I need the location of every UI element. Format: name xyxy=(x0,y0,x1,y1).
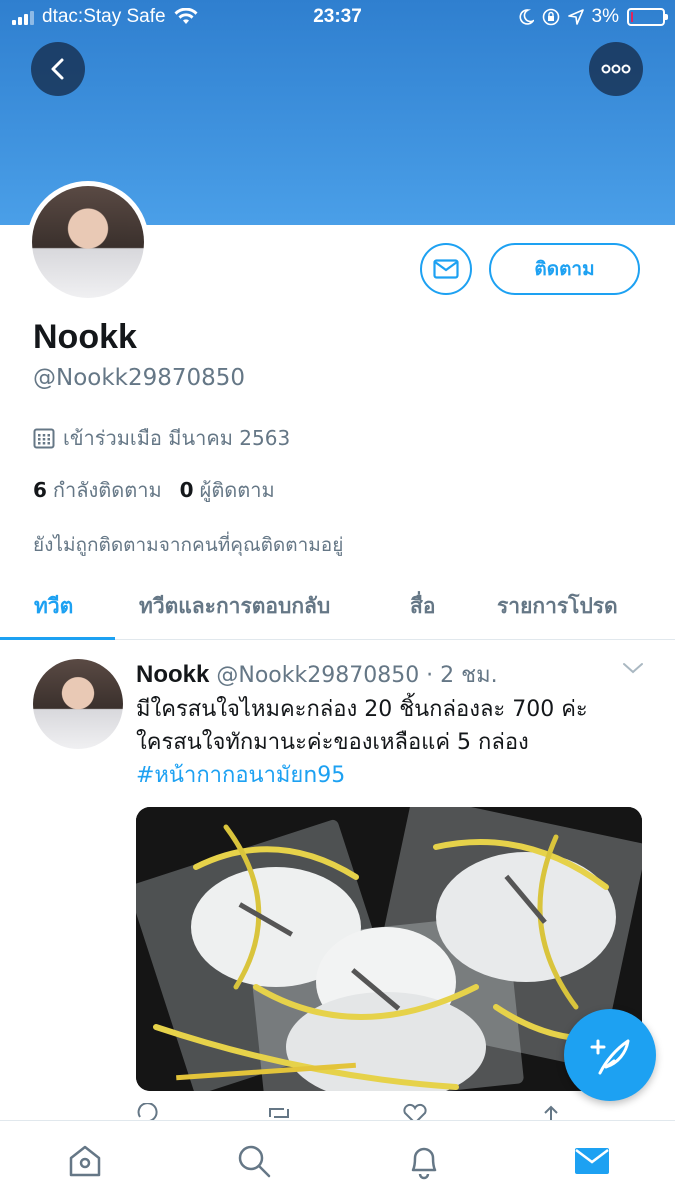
tweet-header: Nookk @Nookk29870850 · 2 ชม. xyxy=(136,657,498,692)
profile-handle: @Nookk29870850 xyxy=(33,365,246,391)
tweet-avatar[interactable] xyxy=(33,659,123,749)
message-button[interactable] xyxy=(420,243,472,295)
following-count[interactable]: 6 กำลังติดตาม xyxy=(33,474,162,506)
more-icon xyxy=(601,64,631,74)
profile-tabs: ทวีต ทวีตและการตอบกลับ สื่อ รายการโปรด xyxy=(0,580,675,640)
tweet-line-1: มีใครสนใจไหมคะกล่อง 20 ชิ้นกล่องละ 700 ค… xyxy=(136,697,588,722)
tweet-meta: @Nookk29870850 · 2 ชม. xyxy=(216,663,498,688)
tab-tweets-replies[interactable]: ทวีตและการตอบกลับ xyxy=(139,590,330,623)
orientation-lock-icon xyxy=(542,8,559,26)
chevron-left-icon xyxy=(51,58,64,80)
tab-tweets[interactable]: ทวีต xyxy=(34,590,73,623)
tweet-author-name[interactable]: Nookk xyxy=(136,661,209,688)
calendar-icon xyxy=(33,428,55,449)
not-followed-note: ยังไม่ถูกติดตามจากคนที่คุณติดตามอยู่ xyxy=(33,534,344,556)
followers-count[interactable]: 0 ผู้ติดตาม xyxy=(180,474,275,506)
status-bar: dtac:Stay Safe 23:37 3% xyxy=(0,0,675,36)
profile-name: Nookk xyxy=(33,318,137,356)
more-options-button[interactable] xyxy=(589,42,643,96)
active-tab-indicator xyxy=(0,637,115,640)
profile-avatar[interactable] xyxy=(27,181,149,303)
compose-tweet-button[interactable] xyxy=(564,1009,656,1101)
tweet-text: มีใครสนใจไหมคะกล่อง 20 ชิ้นกล่องละ 700 ค… xyxy=(136,693,656,792)
follow-button[interactable]: ติดตาม xyxy=(489,243,640,295)
tab-likes[interactable]: รายการโปรด xyxy=(497,590,618,623)
back-button[interactable] xyxy=(31,42,85,96)
messages-icon[interactable] xyxy=(570,1139,614,1183)
joined-label: เข้าร่วมเมือ มีนาคม 2563 xyxy=(63,426,291,450)
battery-icon xyxy=(627,8,668,26)
tweet-hashtag[interactable]: #หน้ากากอนามัยn95 xyxy=(136,759,656,792)
envelope-icon xyxy=(433,259,459,279)
tab-media[interactable]: สื่อ xyxy=(410,590,435,623)
search-icon[interactable] xyxy=(232,1139,276,1183)
moon-icon xyxy=(519,9,534,25)
chevron-down-icon[interactable] xyxy=(622,661,644,675)
follow-counts: 6 กำลังติดตาม 0 ผู้ติดตาม xyxy=(33,474,275,506)
tweet-line-2: ใครสนใจทักมานะค่ะของเหลือแค่ 5 กล่อง xyxy=(136,730,529,755)
bottom-navigation xyxy=(0,1120,675,1200)
battery-percent: 3% xyxy=(591,6,619,27)
notifications-icon[interactable] xyxy=(402,1139,446,1183)
joined-date: เข้าร่วมเมือ มีนาคม 2563 xyxy=(33,422,290,454)
home-icon[interactable] xyxy=(63,1139,107,1183)
location-icon xyxy=(567,9,584,25)
compose-feather-icon xyxy=(590,1039,630,1075)
